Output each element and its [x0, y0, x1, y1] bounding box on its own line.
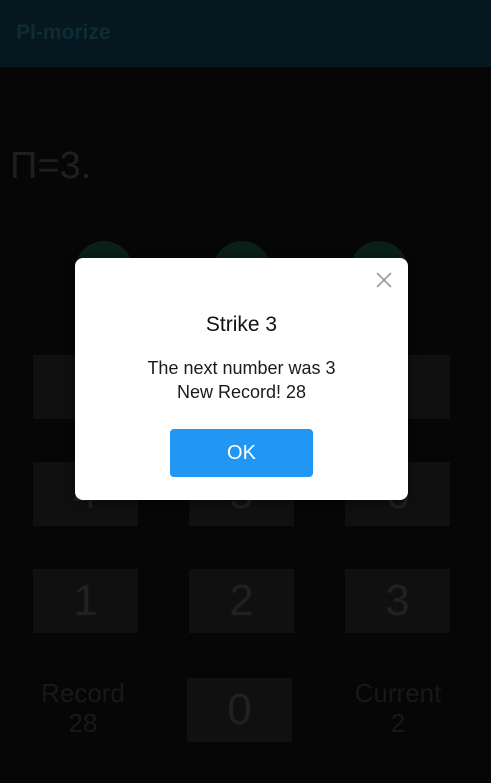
dialog-message: The next number was 3 New Record! 28: [75, 356, 408, 404]
dialog-close-button[interactable]: [372, 268, 396, 292]
strike-dialog: Strike 3 The next number was 3 New Recor…: [75, 258, 408, 500]
dialog-message-line-1: The next number was 3: [147, 358, 336, 378]
ok-button[interactable]: OK: [170, 429, 313, 477]
dialog-message-line-2: New Record! 28: [176, 382, 307, 402]
dialog-title: Strike 3: [205, 313, 278, 336]
app-screen: PI-morize Π=3. 7 8 9 4 5 6 1 2 3 0 Recor…: [0, 0, 491, 783]
close-icon: [376, 272, 392, 288]
